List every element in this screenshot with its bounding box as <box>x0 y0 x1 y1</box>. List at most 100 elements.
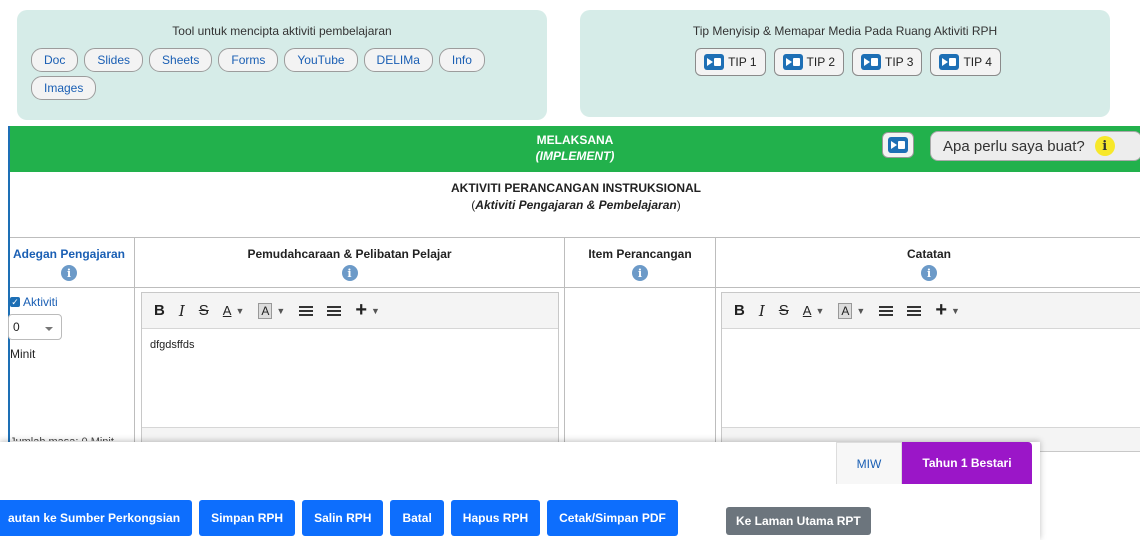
implement-section: MELAKSANA (IMPLEMENT) Apa perlu saya bua… <box>8 126 1140 456</box>
bullet-list-icon[interactable] <box>299 305 314 316</box>
tips-panel-title: Tip Menyisip & Memapar Media Pada Ruang … <box>692 24 998 38</box>
numbered-list-icon[interactable] <box>327 305 342 316</box>
col-header-item: Item Perancangan i <box>565 247 715 281</box>
info-icon: i <box>1094 136 1115 156</box>
tip-2-button[interactable]: TIP 2 <box>773 48 844 76</box>
section-heading: AKTIVITI PERANCANGAN INSTRUKSIONAL (Akti… <box>10 180 1140 214</box>
chevron-down-icon[interactable]: ▼ <box>951 306 960 316</box>
col-header-adegan-label: Adegan Pengajaran <box>12 247 126 261</box>
phase-video-button[interactable] <box>882 132 914 158</box>
tip-2-label: TIP 2 <box>806 55 835 69</box>
tip-1-label: TIP 1 <box>728 55 757 69</box>
video-icon <box>861 54 881 70</box>
help-button[interactable]: Apa perlu saya buat? i <box>930 131 1140 161</box>
page: Tool untuk mencipta aktiviti pembelajara… <box>0 0 1140 540</box>
tool-forms-button[interactable]: Forms <box>218 48 279 72</box>
duration-summary: Jumlah masa: 0 Minit <box>10 433 130 441</box>
plus-icon[interactable]: + <box>355 299 367 322</box>
tool-sheets-button[interactable]: Sheets <box>149 48 213 72</box>
chevron-down-icon[interactable]: ▼ <box>276 306 285 316</box>
tool-info-button[interactable]: Info <box>438 48 485 72</box>
home-button[interactable]: Ke Laman Utama RPT <box>726 507 871 535</box>
tip-3-button[interactable]: TIP 3 <box>852 48 923 76</box>
bold-icon[interactable]: B <box>154 302 165 319</box>
chevron-down-icon[interactable]: ▼ <box>856 306 865 316</box>
section-title: AKTIVITI PERANCANGAN INSTRUKSIONAL <box>450 181 701 195</box>
phase-title: MELAKSANA (IMPLEMENT) <box>510 132 640 164</box>
help-button-label: Apa perlu saya buat? <box>943 137 1085 155</box>
aktiviti-checkbox-label: Aktiviti <box>23 295 58 309</box>
phase-header-bar: MELAKSANA (IMPLEMENT) Apa perlu saya bua… <box>10 126 1140 172</box>
plus-icon[interactable]: + <box>935 299 947 322</box>
activity-editor: B I S A ▼ A ▼ + ▼ dfgdsffds <box>141 292 559 452</box>
tool-slides-button[interactable]: Slides <box>84 48 144 72</box>
tools-panel-title: Tool untuk mencipta aktiviti pembelajara… <box>172 24 392 38</box>
col-header-pemudahcaraan: Pemudahcaraan & Pelibatan Pelajar i <box>135 247 564 281</box>
info-icon[interactable]: i <box>632 265 648 281</box>
chevron-down-icon[interactable]: ▼ <box>235 306 244 316</box>
bold-icon[interactable]: B <box>734 302 745 319</box>
section-subtitle: (Aktiviti Pengajaran & Pembelajaran) <box>10 197 1140 214</box>
table-top-border <box>10 237 1140 238</box>
chevron-down-icon[interactable]: ▼ <box>371 306 380 316</box>
notes-editor-content[interactable] <box>722 329 1140 349</box>
minutes-select[interactable]: 0 <box>8 314 62 340</box>
print-pdf-button[interactable]: Cetak/Simpan PDF <box>547 500 678 536</box>
info-icon[interactable]: i <box>61 265 77 281</box>
chevron-down-icon[interactable]: ▼ <box>815 306 824 316</box>
tool-images-button[interactable]: Images <box>31 76 97 100</box>
font-color-icon[interactable]: A <box>803 303 812 318</box>
info-icon[interactable]: i <box>341 265 358 281</box>
tab-class[interactable]: Tahun 1 Bestari <box>902 442 1032 484</box>
tool-youtube-button[interactable]: YouTube <box>284 48 358 72</box>
highlight-color-icon[interactable]: A <box>838 302 853 319</box>
tip-4-button[interactable]: TIP 4 <box>930 48 1001 76</box>
delete-button[interactable]: Hapus RPH <box>450 500 541 536</box>
strikethrough-icon[interactable]: S <box>779 302 789 319</box>
italic-icon[interactable]: I <box>759 302 765 320</box>
save-button[interactable]: Simpan RPH <box>199 500 296 536</box>
checkmark-icon: ✓ <box>10 297 20 307</box>
copy-button[interactable]: Salin RPH <box>302 500 384 536</box>
tip-3-label: TIP 3 <box>885 55 914 69</box>
tab-miw[interactable]: MIW <box>836 442 902 484</box>
video-icon <box>939 54 960 70</box>
tips-panel: Tip Menyisip & Memapar Media Pada Ruang … <box>580 10 1110 117</box>
tools-panel: Tool untuk mencipta aktiviti pembelajara… <box>17 10 547 120</box>
minutes-unit-label: Minit <box>10 347 36 361</box>
video-icon <box>782 54 803 70</box>
video-icon <box>704 54 725 70</box>
notes-editor: B I S A ▼ A ▼ + ▼ <box>721 292 1140 452</box>
tip-4-label: TIP 4 <box>963 55 992 69</box>
activity-editor-content[interactable]: dfgdsffds <box>142 329 558 361</box>
tool-doc-button[interactable]: Doc <box>31 48 79 72</box>
tip-1-button[interactable]: TIP 1 <box>695 48 766 76</box>
italic-icon[interactable]: I <box>179 302 185 320</box>
aktiviti-checkbox[interactable]: ✓ Aktiviti <box>10 295 58 309</box>
action-buttons: autan ke Sumber Perkongsian Simpan RPH S… <box>0 500 678 536</box>
highlight-color-icon[interactable]: A <box>258 302 273 319</box>
tools-chip-row: Doc Slides Sheets Forms YouTube DELIMa I… <box>17 38 517 100</box>
col-header-adegan: Adegan Pengajaran i <box>6 247 132 281</box>
bullet-list-icon[interactable] <box>879 305 894 316</box>
video-icon <box>888 137 908 153</box>
editor-toolbar: B I S A ▼ A ▼ + ▼ <box>142 293 558 329</box>
info-icon[interactable]: i <box>921 265 937 281</box>
subtitle-close-paren: ) <box>676 198 681 212</box>
tips-row: TIP 1 TIP 2 TIP 3 TIP 4 <box>580 48 1110 76</box>
shared-resource-link-button[interactable]: autan ke Sumber Perkongsian <box>0 500 193 536</box>
col-header-catatan: Catatan i <box>716 247 1140 281</box>
subtitle-emphasis: Aktiviti Pengajaran & Pembelajaran <box>475 198 677 212</box>
col-header-catatan-label: Catatan <box>906 247 951 261</box>
col-header-pemudahcaraan-label: Pemudahcaraan & Pelibatan Pelajar <box>247 247 452 261</box>
strikethrough-icon[interactable]: S <box>199 302 209 319</box>
col-header-item-label: Item Perancangan <box>588 247 692 261</box>
editor-toolbar: B I S A ▼ A ▼ + ▼ <box>722 293 1140 329</box>
tool-delima-button[interactable]: DELIMa <box>363 48 433 72</box>
numbered-list-icon[interactable] <box>907 305 922 316</box>
phase-title-text: MELAKSANA <box>536 133 614 147</box>
font-color-icon[interactable]: A <box>223 303 232 318</box>
chevron-down-icon <box>45 327 53 331</box>
cancel-button[interactable]: Batal <box>390 500 444 536</box>
minutes-select-value: 0 <box>13 320 20 334</box>
